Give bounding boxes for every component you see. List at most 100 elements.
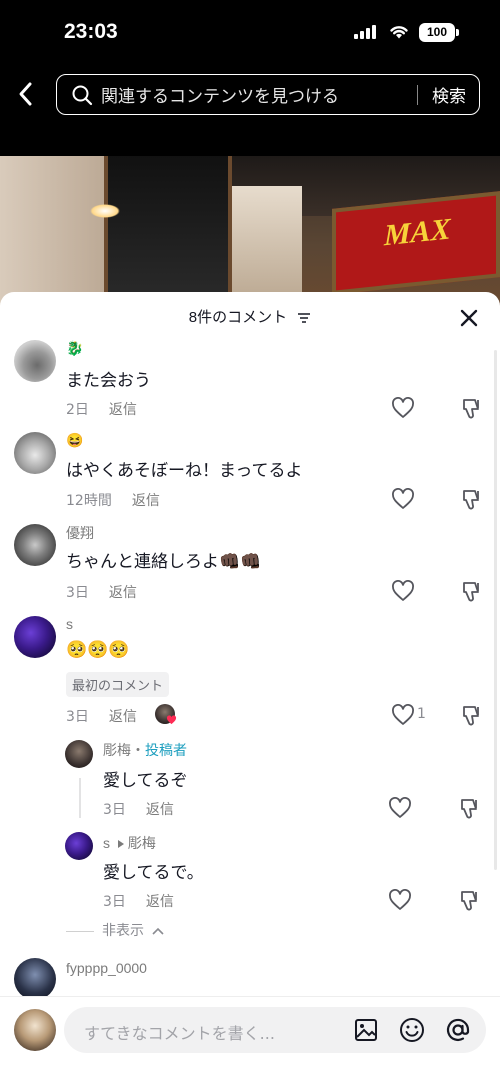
video-post [232,186,302,306]
comment-text: また会おう [66,371,151,391]
reply-arrow-icon [117,840,124,849]
mention-icon[interactable] [444,1016,472,1044]
dislike-icon[interactable] [460,396,484,420]
comment-username[interactable]: 優翔 [66,523,94,543]
hide-replies-label: 非表示 [102,923,144,939]
comment-text: 🥺🥺🥺 [66,640,130,660]
comment-meta: 3日 返信 [66,582,157,602]
reply-meta: 3日 返信 [103,891,194,911]
comment-username-emoji[interactable]: 😆 [66,432,83,449]
comment-time: 3日 [66,709,89,725]
comment-meta: 12時間 返信 [66,490,180,510]
sign-text: MAX [384,212,451,253]
comment-item: fypppp_0000 [0,956,500,1000]
search-button[interactable]: 検索 [432,82,466,107]
comment-input[interactable]: すてきなコメントを書く... [64,1007,486,1053]
reply-to-username: 彫梅 [127,835,156,851]
reply-button[interactable]: 返信 [109,709,137,725]
dislike-icon[interactable] [460,487,484,511]
reply-username-text: 彫梅 [103,742,131,758]
avatar[interactable] [65,832,93,860]
hide-replies-button[interactable]: 非表示 [66,920,165,940]
wifi-icon [390,26,408,39]
reply-thread-line [79,778,81,818]
comment-input-placeholder: すてきなコメントを書く... [84,1024,275,1043]
heart-icon[interactable] [391,704,415,726]
comment-item: 優翔 ちゃんと連絡しろよ👊🏿👊🏿 3日 返信 [0,520,500,610]
status-bar: 23:03 100 [0,0,500,64]
reply-button[interactable]: 返信 [146,802,174,818]
avatar[interactable] [65,740,93,768]
first-comment-badge: 最初のコメント [66,672,170,697]
filter-icon[interactable] [297,312,311,324]
chevron-up-icon [152,927,165,935]
reply-item: s 彫梅 愛してるで。 3日 返信 [0,830,500,920]
avatar[interactable] [14,340,56,382]
dislike-icon[interactable] [460,579,484,603]
heart-icon[interactable] [391,397,415,419]
avatar[interactable] [14,958,56,1000]
search-placeholder: 関連するコンテンツを見つける [101,87,339,107]
comment-item: 😆 はやくあそぼーね！まってるよ 12時間 返信 [0,428,500,518]
dislike-icon[interactable] [460,703,484,727]
comment-composer: すてきなコメントを書く... [0,996,500,1084]
emoji-icon[interactable] [398,1016,426,1044]
video-lamp [90,204,120,218]
my-avatar [14,1009,56,1051]
comments-header: 8件のコメント [0,306,500,327]
reply-separator: ・ [131,742,145,758]
signal-icon [354,25,376,39]
comments-sheet: 8件のコメント 🐉 また会おう 2日 返信 😆 はやくあそぼーね！まってるよ 12… [0,292,500,1084]
heart-icon[interactable] [388,889,412,911]
search-bar[interactable]: 関連するコンテンツを見つける 検索 [56,74,480,115]
image-icon[interactable] [352,1016,380,1044]
comment-time: 12時間 [66,493,112,509]
reply-time: 3日 [103,802,126,818]
heart-icon[interactable] [388,797,412,819]
status-time: 23:03 [64,20,118,43]
comment-username[interactable]: fypppp_0000 [66,960,147,976]
dislike-icon[interactable] [458,796,482,820]
reply-text: 愛してるで。 [103,863,204,883]
video-window [104,156,232,306]
reply-button[interactable]: 返信 [109,585,137,601]
battery-indicator: 100 [419,23,459,42]
reply-button[interactable]: 返信 [146,894,174,910]
comment-username-emoji[interactable]: 🐉 [66,340,83,357]
search-header: 関連するコンテンツを見つける 検索 [0,64,500,156]
ramen-sign: MAX [332,191,500,295]
heart-badge-icon [166,715,177,725]
video-background: MAX [0,156,500,306]
search-divider [417,84,418,105]
comment-text: ちゃんと連絡しろよ👊🏿👊🏿 [66,552,262,572]
reply-button[interactable]: 返信 [132,493,160,509]
heart-icon[interactable] [391,580,415,602]
reply-time: 3日 [103,894,126,910]
back-icon[interactable] [14,80,38,108]
comment-username[interactable]: s [66,616,73,632]
avatar[interactable] [14,616,56,658]
like-count: 1 [417,706,426,722]
reply-item: 彫梅・投稿者 愛してるぞ 3日 返信 [0,738,500,828]
reply-username[interactable]: 彫梅・投稿者 [103,740,187,760]
search-icon [72,85,93,105]
avatar[interactable] [14,524,56,566]
reply-username[interactable]: s 彫梅 [103,833,156,853]
comment-time: 3日 [66,585,89,601]
comment-meta: 3日 返信 [66,706,157,726]
close-icon[interactable] [457,306,481,330]
reply-meta: 3日 返信 [103,799,194,819]
video-wall [0,156,110,306]
reply-text: 愛してるぞ [103,771,188,791]
comment-text: はやくあそぼーね！まってるよ [66,461,303,481]
heart-icon[interactable] [391,488,415,510]
comment-meta: 2日 返信 [66,399,157,419]
hide-divider [66,930,94,932]
comments-count-title: 8件のコメント [188,309,288,326]
reply-username-text: s [103,835,110,851]
dislike-icon[interactable] [458,888,482,912]
reply-button[interactable]: 返信 [109,402,137,418]
comment-time: 2日 [66,402,89,418]
comment-item: 🐉 また会おう 2日 返信 [0,336,500,426]
avatar[interactable] [14,432,56,474]
